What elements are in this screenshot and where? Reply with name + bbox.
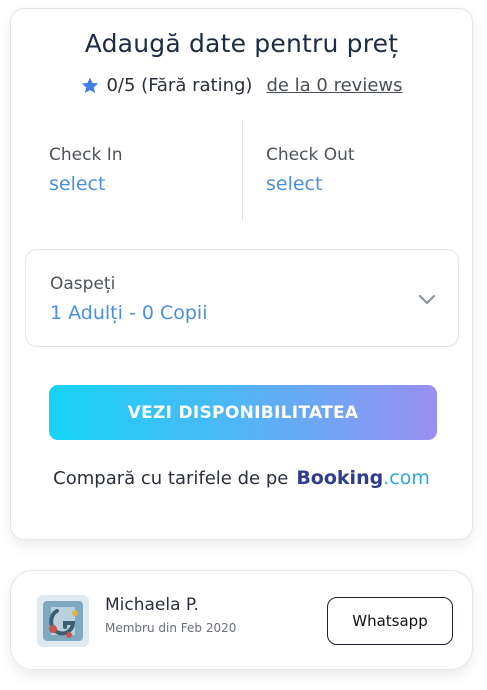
- guests-dropdown[interactable]: Oaspeți 1 Adulți - 0 Copii: [25, 249, 459, 347]
- rating-text: 0/5 (Fără rating): [106, 75, 253, 96]
- host-member-since: Membru din Feb 2020: [105, 621, 237, 635]
- check-out-value[interactable]: select: [266, 173, 322, 195]
- star-icon: [82, 77, 99, 93]
- compare-rates: Compară cu tarifele de pe Booking.com: [11, 467, 472, 489]
- booking-card: Adaugă date pentru preț 0/5 (Fără rating…: [10, 8, 473, 540]
- check-out-field[interactable]: Check Out select: [266, 121, 456, 221]
- booking-com-logo[interactable]: Booking.com: [296, 467, 430, 489]
- host-card: Michaela P. Membru din Feb 2020 Whatsapp: [10, 570, 473, 670]
- check-in-label: Check In: [49, 145, 123, 165]
- chevron-down-icon[interactable]: [418, 294, 436, 306]
- price-title: Adaugă date pentru preț: [84, 29, 399, 58]
- host-name: Michaela P.: [105, 595, 199, 615]
- compare-text: Compară cu tarifele de pe: [53, 467, 289, 489]
- check-in-field[interactable]: Check In select: [49, 121, 239, 221]
- date-selector: Check In select Check Out select: [11, 121, 472, 221]
- whatsapp-button[interactable]: Whatsapp: [327, 597, 453, 645]
- rating-row: 0/5 (Fără rating) de la 0 reviews: [11, 75, 472, 96]
- reviews-link[interactable]: de la 0 reviews: [266, 75, 402, 96]
- booking-logo-part1: Booking: [296, 467, 384, 489]
- check-out-label: Check Out: [266, 145, 355, 165]
- guests-label: Oaspeți: [50, 274, 116, 294]
- check-in-value[interactable]: select: [49, 173, 105, 195]
- check-availability-button[interactable]: VEZI DISPONIBILITATEA: [49, 385, 437, 440]
- guests-value: 1 Adulți - 0 Copii: [50, 302, 208, 324]
- avatar: [37, 595, 89, 647]
- date-divider: [242, 121, 243, 221]
- booking-logo-part2: .com: [383, 467, 430, 489]
